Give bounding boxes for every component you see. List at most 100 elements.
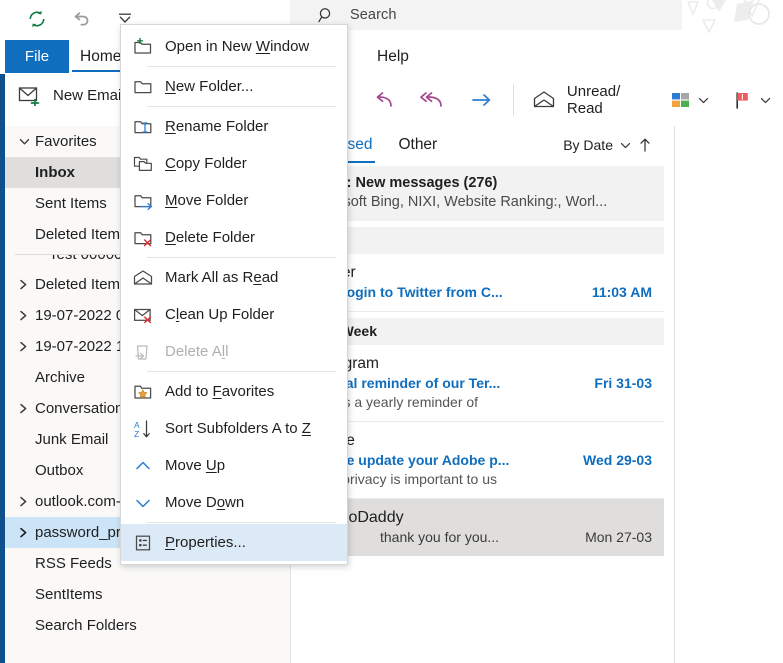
menu-item-label: Delete Folder bbox=[165, 229, 256, 246]
tab-help[interactable]: Help bbox=[377, 40, 409, 73]
menu-item-add-to-favorites[interactable]: Add to Favorites bbox=[121, 373, 347, 410]
folder-context-menu: Open in New Window New Folder... Rename … bbox=[120, 24, 348, 565]
ribbon-separator bbox=[513, 84, 514, 116]
menu-item-label: Add to Favorites bbox=[165, 383, 275, 400]
chevron-right-icon[interactable] bbox=[18, 495, 35, 508]
banner-title: Other: New messages (276) bbox=[308, 175, 498, 191]
search-input[interactable]: Search bbox=[350, 7, 397, 23]
red-flag-icon bbox=[732, 89, 754, 111]
send-receive-icon[interactable] bbox=[22, 4, 52, 34]
sort-by-date-label[interactable]: By Date bbox=[563, 137, 613, 153]
sidebar-item-label: outlook.com-I bbox=[35, 493, 126, 510]
date-group-today[interactable]: Today bbox=[296, 227, 664, 254]
unread-read-button[interactable]: Unread/ Read bbox=[521, 80, 659, 120]
open-envelope-icon bbox=[532, 89, 558, 111]
message-sender: Twitter bbox=[310, 264, 652, 282]
menu-item-label: Open in New Window bbox=[165, 38, 310, 55]
tab-file[interactable]: File bbox=[5, 40, 69, 73]
categorize-squares-icon bbox=[670, 90, 692, 110]
sort-controls: By Date bbox=[563, 137, 668, 153]
menu-item-label: Rename Folder bbox=[165, 118, 269, 135]
sort-a-to-z-icon: A Z bbox=[121, 418, 165, 440]
message-date: 11:03 AM bbox=[591, 284, 652, 300]
reading-pane bbox=[674, 126, 783, 663]
table-row[interactable]: Twitter New login to Twitter from C... 1… bbox=[296, 254, 664, 312]
menu-item-move-down[interactable]: Move Down bbox=[121, 484, 347, 521]
undo-icon[interactable] bbox=[66, 4, 96, 34]
ribbon-actions: Unread/ Read bbox=[360, 74, 783, 126]
sidebar-item-search-folders[interactable]: Search Folders bbox=[5, 610, 290, 641]
sidebar-item-label: 19-07-2022 10 bbox=[35, 338, 133, 355]
table-row[interactable]: Adobe Please update your Adobe p... Wed … bbox=[296, 422, 664, 499]
sidebar-item-label: Conversation bbox=[35, 400, 124, 417]
table-row[interactable]: Instagram Annual reminder of our Ter... … bbox=[296, 345, 664, 422]
menu-separator bbox=[147, 371, 336, 372]
search-box[interactable]: Search bbox=[290, 0, 682, 30]
chevron-right-icon[interactable] bbox=[18, 278, 35, 291]
menu-item-label: Sort Subfolders A to Z bbox=[165, 420, 311, 437]
arrow-up-icon[interactable] bbox=[638, 137, 652, 153]
menu-item-mark-all-as-read[interactable]: Mark All as Read bbox=[121, 259, 347, 296]
menu-item-label: Clean Up Folder bbox=[165, 306, 275, 323]
message-date: Fri 31-03 bbox=[594, 375, 652, 391]
message-subject-row: thank you for you... Mon 27-03 bbox=[310, 529, 652, 545]
menu-item-properties[interactable]: Properties... bbox=[121, 524, 347, 561]
sort-chevron-down-icon[interactable] bbox=[619, 139, 632, 152]
chevron-right-icon[interactable] bbox=[18, 402, 35, 415]
menu-item-delete-folder[interactable]: Delete Folder bbox=[121, 219, 347, 256]
date-group-last-week[interactable]: Last Week bbox=[296, 318, 664, 345]
sidebar-item-label: Sent Items bbox=[35, 195, 107, 212]
rename-folder-icon bbox=[121, 117, 165, 137]
chevron-right-icon[interactable] bbox=[18, 340, 35, 353]
menu-item-sort-subfolders-a-to-z[interactable]: A Z Sort Subfolders A to Z bbox=[121, 410, 347, 447]
copy-folder-icon bbox=[121, 154, 165, 174]
ribbon-tab-row: File Home Help bbox=[0, 40, 783, 74]
new-email-label: New Email bbox=[53, 86, 125, 104]
menu-item-move-up[interactable]: Move Up bbox=[121, 447, 347, 484]
menu-item-move-folder[interactable]: Move Folder bbox=[121, 182, 347, 219]
menu-item-label: Move Folder bbox=[165, 192, 249, 209]
forward-button[interactable] bbox=[458, 80, 506, 120]
follow-up-chevron-down-icon[interactable] bbox=[759, 94, 772, 107]
sidebar-item-label: Outbox bbox=[35, 462, 84, 479]
search-icon bbox=[317, 6, 336, 25]
menu-item-delete-all: Delete All bbox=[121, 333, 347, 370]
sidebar-item-label: Junk Email bbox=[35, 431, 109, 448]
menu-item-open-in-new-window[interactable]: Open in New Window bbox=[121, 28, 347, 65]
reply-all-arrow-icon bbox=[419, 89, 447, 111]
sidebar-item-label: SentItems bbox=[35, 586, 103, 603]
reply-all-button[interactable] bbox=[408, 80, 458, 120]
follow-up-button[interactable] bbox=[721, 80, 783, 120]
new-folder-icon bbox=[121, 77, 165, 97]
chevron-right-icon[interactable] bbox=[18, 309, 35, 322]
chevron-down-icon bbox=[18, 135, 35, 148]
svg-text:Z: Z bbox=[134, 429, 139, 439]
categorize-button[interactable] bbox=[659, 80, 721, 120]
reply-arrow-icon bbox=[371, 89, 397, 111]
sidebar-item-label: 19-07-2022 02 bbox=[35, 307, 133, 324]
menu-item-label: Move Down bbox=[165, 494, 245, 511]
add-to-favorites-star-icon bbox=[121, 382, 165, 402]
tab-other[interactable]: Other bbox=[398, 136, 437, 154]
other-new-messages-banner[interactable]: Other: New messages (276) Microsoft Bing… bbox=[296, 166, 664, 221]
menu-item-copy-folder[interactable]: Copy Folder bbox=[121, 145, 347, 182]
chevron-right-icon[interactable] bbox=[18, 526, 35, 539]
menu-item-label: Mark All as Read bbox=[165, 269, 279, 286]
menu-item-clean-up-folder[interactable]: Clean Up Folder bbox=[121, 296, 347, 333]
menu-separator bbox=[147, 66, 336, 67]
categorize-chevron-down-icon[interactable] bbox=[697, 94, 710, 107]
message-preview: Your privacy is important to us bbox=[310, 471, 498, 487]
office-background-decoration bbox=[686, 0, 770, 33]
clean-up-folder-icon bbox=[121, 305, 165, 325]
sidebar-item-label: Deleted Items bbox=[35, 226, 128, 243]
forward-arrow-icon bbox=[469, 89, 495, 111]
table-row[interactable]: GoDaddy thank you for you... Mon 27-03 bbox=[296, 499, 664, 556]
message-subject: thank you for you... bbox=[380, 529, 500, 545]
sidebar-item-sentitems[interactable]: SentItems bbox=[5, 579, 290, 610]
reply-button[interactable] bbox=[360, 80, 408, 120]
menu-item-rename-folder[interactable]: Rename Folder bbox=[121, 108, 347, 145]
menu-item-new-folder[interactable]: New Folder... bbox=[121, 68, 347, 105]
message-preview: This is a yearly reminder of bbox=[310, 394, 479, 410]
message-date: Mon 27-03 bbox=[585, 529, 652, 545]
new-email-button[interactable]: New Email bbox=[10, 80, 133, 110]
